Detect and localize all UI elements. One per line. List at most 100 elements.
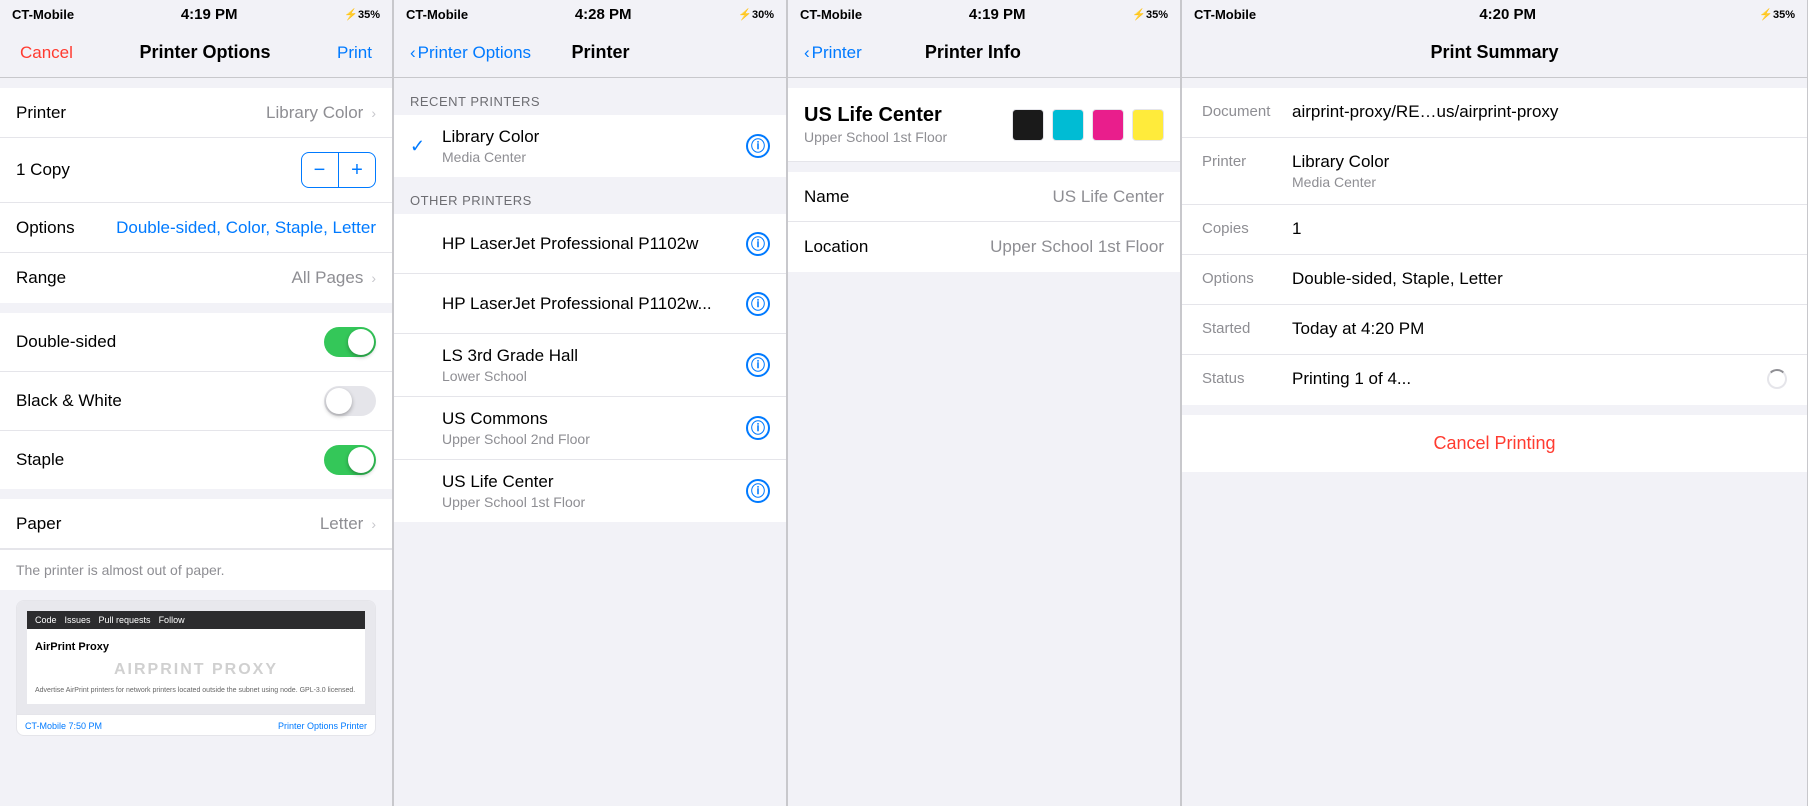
options-summary-row: Options Double-sided, Staple, Letter [1182, 255, 1807, 305]
printer-item-hp1[interactable]: ✓ HP LaserJet Professional P1102w ⓘ [394, 214, 786, 274]
double-sided-row: Double-sided [0, 313, 392, 372]
printer-info-title: Printer Info [862, 42, 1084, 63]
info-btn-hp2[interactable]: ⓘ [746, 292, 770, 316]
document-summary-row: Document airprint-proxy/RE…us/airprint-p… [1182, 88, 1807, 138]
copies-summary-row: Copies 1 [1182, 205, 1807, 255]
ink-black [1012, 109, 1044, 141]
info-btn-library[interactable]: ⓘ [746, 134, 770, 158]
options-row[interactable]: Options Double-sided, Color, Staple, Let… [0, 203, 392, 253]
battery-icons-1: ⚡35% [344, 8, 380, 21]
info-rows: Name US Life Center Location Upper Schoo… [788, 172, 1180, 272]
doc-preview-header: Code Issues Pull requests Follow [27, 611, 365, 629]
time-4: 4:20 PM [1479, 6, 1536, 23]
staple-toggle[interactable] [324, 445, 376, 475]
printer-item-library-color[interactable]: ✓ Library Color Media Center ⓘ [394, 115, 786, 177]
copy-label: 1 Copy [16, 160, 70, 180]
printer-summary-row: Printer Library Color Media Center [1182, 138, 1807, 205]
started-value: Today at 4:20 PM [1292, 319, 1787, 339]
toggle-thumb-3 [348, 447, 374, 473]
battery-icons-3: ⚡35% [1132, 8, 1168, 21]
status-bar-4: CT-Mobile 4:20 PM ⚡35% [1182, 0, 1807, 28]
cancel-button[interactable]: Cancel [16, 43, 77, 63]
name-row-value: US Life Center [1053, 187, 1165, 207]
status-bar-1: CT-Mobile 4:19 PM ⚡35% [0, 0, 392, 28]
carrier-2: CT-Mobile [406, 7, 468, 22]
printer-item-hp2[interactable]: ✓ HP LaserJet Professional P1102w... ⓘ [394, 274, 786, 334]
location-info-row: Location Upper School 1st Floor [788, 222, 1180, 272]
ink-cyan [1052, 109, 1084, 141]
doc-preview-inner: Code Issues Pull requests Follow AirPrin… [17, 601, 375, 714]
doc-preview-footer: CT-Mobile 7:50 PM Printer Options Printe… [17, 714, 375, 735]
toggle-thumb-2 [326, 388, 352, 414]
printer-item-ls3[interactable]: ✓ LS 3rd Grade Hall Lower School ⓘ [394, 334, 786, 397]
paper-row[interactable]: Paper Letter › [0, 499, 392, 549]
printer-info-us-commons: US Commons Upper School 2nd Floor [442, 409, 746, 447]
printer-info-us-life: US Life Center Upper School 1st Floor [442, 472, 746, 510]
name-info-row: Name US Life Center [788, 172, 1180, 222]
print-button[interactable]: Print [333, 43, 376, 63]
doc-preview-content: AirPrint Proxy AIRPRINT PROXY Advertise … [27, 629, 365, 704]
copy-stepper[interactable]: − + [301, 152, 377, 188]
printer-name-ls3: LS 3rd Grade Hall [442, 346, 746, 366]
range-value: All Pages › [292, 268, 377, 288]
toggle-thumb-1 [348, 329, 374, 355]
increment-button[interactable]: + [339, 153, 375, 187]
printer-item-us-life[interactable]: ✓ US Life Center Upper School 1st Floor … [394, 460, 786, 522]
printing-spinner [1767, 369, 1787, 389]
footer-left: CT-Mobile 7:50 PM [25, 721, 102, 731]
paper-chevron: › [371, 516, 376, 532]
info-btn-us-life[interactable]: ⓘ [746, 479, 770, 503]
printer-name-us-life: US Life Center [442, 472, 746, 492]
time-2: 4:28 PM [575, 6, 632, 23]
doc-title: AirPrint Proxy [35, 637, 357, 655]
double-sided-toggle[interactable] [324, 327, 376, 357]
started-label: Started [1202, 319, 1292, 337]
cancel-printing-button[interactable]: Cancel Printing [1182, 415, 1807, 472]
printer-row[interactable]: Printer Library Color › [0, 88, 392, 138]
printer-header-text: US Life Center Upper School 1st Floor [804, 104, 947, 145]
nav-bar-2: ‹ Printer Options Printer [394, 28, 786, 78]
checkmark-icon: ✓ [410, 136, 430, 157]
doc-big-text: AIRPRINT PROXY [35, 655, 357, 685]
printer-name-hp1: HP LaserJet Professional P1102w [442, 234, 746, 254]
nav-bar-4: Print Summary [1182, 28, 1807, 78]
paper-value: Letter › [320, 514, 376, 534]
printer-sum-value: Library Color [1292, 152, 1389, 172]
doc-small-text: Advertise AirPrint printers for network … [35, 685, 357, 696]
header-item-code: Code [35, 615, 57, 625]
info-btn-ls3[interactable]: ⓘ [746, 353, 770, 377]
options-label: Options [16, 218, 75, 238]
printer-options-panel: CT-Mobile 4:19 PM ⚡35% Cancel Printer Op… [0, 0, 393, 806]
back-chevron-icon-2: ‹ [804, 43, 810, 63]
ink-magenta [1092, 109, 1124, 141]
summary-title: Print Summary [1298, 42, 1691, 63]
recent-printers-list: ✓ Library Color Media Center ⓘ [394, 115, 786, 177]
battery-icons-2: ⚡30% [738, 8, 774, 21]
location-row-label: Location [804, 237, 868, 257]
info-back-label: Printer [812, 43, 862, 63]
info-btn-us-commons[interactable]: ⓘ [746, 416, 770, 440]
carrier-1: CT-Mobile [12, 7, 74, 22]
printer-sum-sub: Media Center [1292, 174, 1389, 190]
recent-section-header: RECENT PRINTERS [394, 78, 786, 115]
back-chevron-icon: ‹ [410, 43, 416, 63]
doc-preview: Code Issues Pull requests Follow AirPrin… [16, 600, 376, 736]
info-back-btn[interactable]: ‹ Printer [804, 43, 862, 63]
info-btn-hp1[interactable]: ⓘ [746, 232, 770, 256]
printer-label: Printer [16, 103, 66, 123]
printer-header-card: US Life Center Upper School 1st Floor [788, 88, 1180, 162]
printer-chevron: › [371, 105, 376, 121]
decrement-button[interactable]: − [302, 153, 338, 187]
range-chevron: › [371, 270, 376, 286]
printer-back-btn[interactable]: ‹ Printer Options [410, 43, 531, 63]
range-row[interactable]: Range All Pages › [0, 253, 392, 303]
printer-info-panel: CT-Mobile 4:19 PM ⚡35% ‹ Printer Printer… [788, 0, 1181, 806]
bw-toggle[interactable] [324, 386, 376, 416]
printer-item-us-commons[interactable]: ✓ US Commons Upper School 2nd Floor ⓘ [394, 397, 786, 460]
toggle-list: Double-sided Black & White Staple [0, 313, 392, 489]
name-row-label: Name [804, 187, 849, 207]
status-value: Printing 1 of 4... [1292, 369, 1767, 389]
printer-info-ls3: LS 3rd Grade Hall Lower School [442, 346, 746, 384]
bw-row: Black & White [0, 372, 392, 431]
header-item-follow: Follow [159, 615, 185, 625]
